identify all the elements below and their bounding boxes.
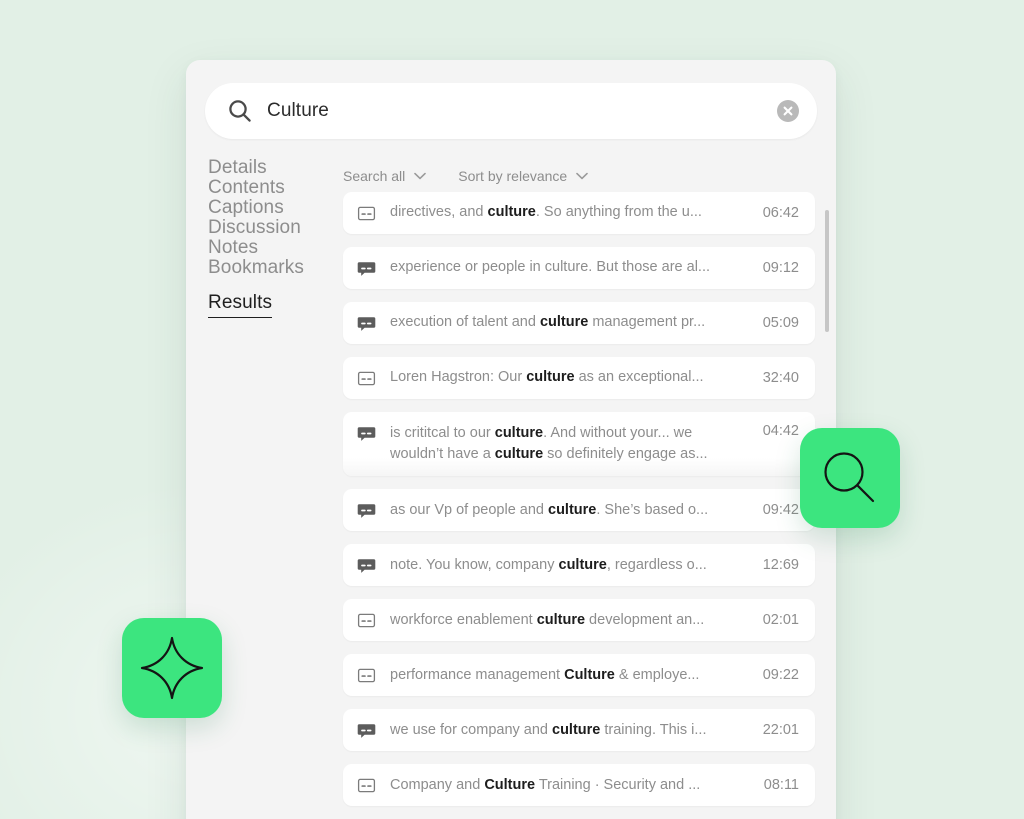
result-row-text: note. You know, company culture, regardl…	[390, 556, 707, 573]
result-row-text: as our Vp of people and culture. She’s b…	[390, 501, 709, 518]
result-row[interactable]: Loren Hagstron: Our culture as an except…	[343, 357, 815, 399]
result-row-text: Loren Hagstron: Our culture as an except…	[390, 369, 704, 386]
result-row[interactable]: experience or people in culture. But tho…	[343, 247, 815, 289]
captions-icon	[357, 776, 376, 795]
search-badge[interactable]	[800, 428, 900, 528]
result-row-text: is crititcal to our culture. And without…	[390, 425, 708, 463]
result-row-timestamp: 32:40	[762, 370, 799, 386]
comment-icon	[357, 314, 376, 333]
result-row-text: workforce enablement culture development…	[390, 611, 705, 628]
result-row[interactable]: workforce enablement culture development…	[343, 599, 815, 642]
sort-label: Sort by relevance	[458, 168, 568, 184]
sidebar-item-bookmarks[interactable]: Bookmarks	[208, 258, 348, 278]
clear-search-button[interactable]	[777, 100, 799, 122]
search-icon	[227, 98, 253, 124]
comment-icon	[357, 501, 376, 520]
captions-icon	[357, 369, 376, 388]
result-row-timestamp: 06:42	[762, 205, 799, 221]
captions-icon	[357, 204, 376, 223]
search-input[interactable]: Culture	[267, 100, 777, 122]
result-row[interactable]: directives, and culture. So anything fro…	[343, 192, 815, 234]
search-bar[interactable]: Culture	[205, 83, 817, 139]
app-panel: Culture Details Contents Captions Discus…	[186, 60, 836, 819]
chevron-down-icon	[576, 172, 589, 180]
filter-bar: Search all Sort by relevance	[343, 168, 589, 184]
search-scope-label: Search all	[343, 168, 406, 184]
captions-icon	[357, 666, 376, 685]
sparkle-badge[interactable]	[122, 618, 222, 718]
result-row-timestamp: 02:01	[762, 612, 799, 629]
search-scope-dropdown[interactable]: Search all	[343, 168, 427, 184]
comment-icon	[357, 721, 376, 740]
result-row-text: performance management Culture & employe…	[390, 666, 700, 683]
result-row[interactable]: we use for company and culture training.…	[343, 709, 815, 752]
comment-icon	[357, 556, 376, 575]
result-row[interactable]: note. You know, company culture, regardl…	[343, 544, 815, 587]
result-row-timestamp: 04:42	[762, 423, 799, 439]
chevron-down-icon	[414, 172, 427, 180]
sparkle-icon	[140, 636, 204, 700]
result-row-text: directives, and culture. So anything fro…	[390, 204, 702, 221]
sort-dropdown[interactable]: Sort by relevance	[458, 168, 589, 184]
result-row-timestamp: 08:11	[763, 777, 799, 794]
result-row-timestamp: 05:09	[762, 315, 799, 331]
comment-icon	[357, 259, 376, 278]
captions-icon	[357, 611, 376, 630]
comment-icon	[357, 424, 376, 443]
result-row-timestamp: 12:69	[762, 557, 799, 574]
result-row[interactable]: as our Vp of people and culture. She’s b…	[343, 489, 815, 532]
sidebar-nav: Details Contents Captions Discussion Not…	[208, 158, 348, 318]
result-row[interactable]: Company and Culture Training · Security …	[343, 764, 815, 807]
result-row-text: experience or people in culture. But tho…	[390, 259, 710, 276]
sidebar-item-label: Results	[208, 278, 273, 318]
result-row-text: execution of talent and culture manageme…	[390, 314, 706, 331]
result-row-timestamp: 09:12	[762, 260, 799, 276]
result-row[interactable]: execution of talent and culture manageme…	[343, 302, 815, 344]
result-row-text: we use for company and culture training.…	[390, 721, 707, 738]
result-row[interactable]: performance management Culture & employe…	[343, 654, 815, 697]
result-row-timestamp: 09:22	[762, 667, 799, 684]
results-list: directives, and culture. So anything fro…	[343, 192, 836, 819]
result-row-timestamp: 22:01	[762, 722, 799, 739]
result-row[interactable]: is crititcal to our culture. And without…	[343, 412, 815, 477]
search-icon	[819, 447, 881, 509]
result-row-text: Company and Culture Training · Security …	[390, 776, 701, 793]
results-scrollbar-thumb[interactable]	[825, 210, 829, 332]
result-row-timestamp: 09:42	[762, 502, 799, 519]
